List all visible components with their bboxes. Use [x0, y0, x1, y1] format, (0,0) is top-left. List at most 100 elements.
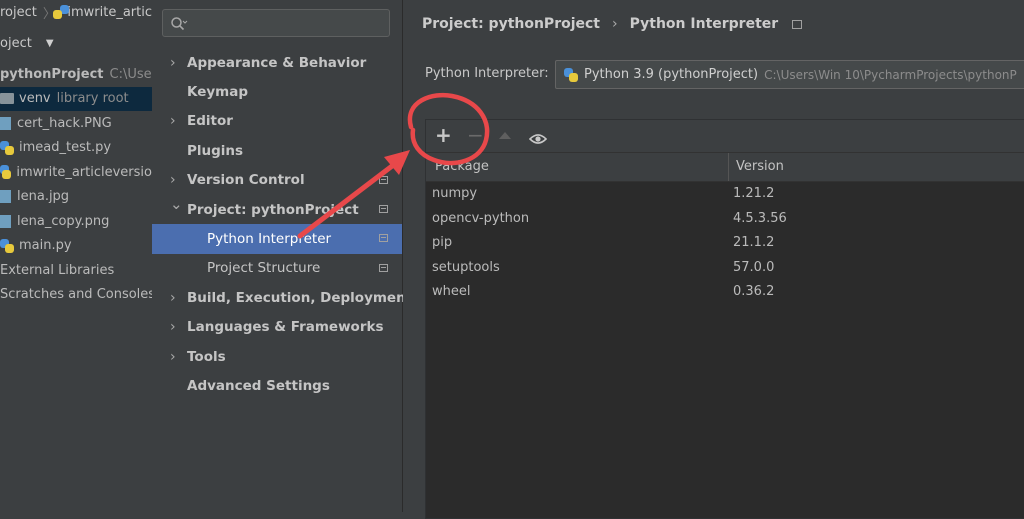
settings-nav-label: Build, Execution, Deployment [187, 289, 413, 306]
package-version: 57.0.0 [733, 259, 775, 275]
settings-breadcrumb: Project: pythonProject › Python Interpre… [422, 14, 803, 34]
settings-nav-item[interactable]: Plugins [152, 136, 402, 165]
table-row[interactable]: setuptools 57.0.0 [426, 256, 1024, 281]
tree-item[interactable]: lena_copy.png [0, 209, 152, 234]
chevron-right-icon[interactable]: › [170, 319, 180, 335]
package-version: 0.36.2 [733, 284, 775, 299]
package-name: setuptools [432, 259, 500, 275]
tree-item[interactable]: imwrite_articleversio [0, 160, 152, 185]
settings-nav-item[interactable]: › Appearance & Behavior [152, 48, 402, 77]
settings-nav-label: Python Interpreter [207, 231, 332, 248]
tree-item[interactable]: imead_test.py [0, 136, 152, 161]
settings-nav-label: Version Control [187, 172, 305, 189]
package-name: numpy [432, 186, 478, 201]
settings-nav-label: Project Structure [207, 260, 321, 277]
settings-nav-item[interactable]: Project Structure [152, 254, 402, 283]
package-version: 1.21.2 [733, 186, 775, 201]
tree-item-label: Scratches and Consoles [0, 287, 152, 303]
table-row[interactable]: numpy 1.21.2 [426, 182, 1024, 207]
project-tree: pythonProject C:\User venv library root cert… [0, 62, 152, 307]
chevron-right-icon[interactable]: › [170, 290, 180, 306]
table-row[interactable]: wheel 0.36.2 [426, 280, 1024, 305]
image-file-icon [0, 214, 11, 228]
chevron-down-icon[interactable]: ⌄ [170, 196, 183, 211]
settings-nav-label: Keymap [187, 84, 249, 101]
settings-nav-item[interactable]: › Build, Execution, Deployment [152, 283, 412, 312]
package-version: 4.5.3.56 [733, 210, 787, 226]
up-arrow-icon[interactable] [499, 132, 511, 139]
settings-nav-item[interactable]: Python Interpreter [152, 224, 402, 254]
python-file-icon [0, 238, 14, 253]
settings-nav-label: Editor [187, 113, 233, 130]
tree-item-label: lena_copy.png [17, 213, 110, 229]
breadcrumb-project[interactable]: roject [0, 5, 37, 20]
settings-nav-item[interactable]: Advanced Settings [152, 371, 402, 400]
package-name: wheel [432, 284, 471, 299]
settings-nav-item[interactable]: ⌄ Project: pythonProject [152, 195, 402, 224]
plus-icon[interactable]: + [435, 125, 452, 145]
settings-nav-item[interactable]: › Languages & Frameworks [152, 313, 402, 342]
settings-nav-label: Advanced Settings [187, 377, 330, 394]
settings-nav-label: Plugins [187, 142, 244, 159]
column-header-version[interactable]: Version [736, 159, 784, 174]
project-view-header[interactable]: oject ▼ [0, 32, 152, 54]
column-header-package[interactable]: Package [435, 159, 489, 174]
settings-tree: › Appearance & Behavior Keymap › Editor Plugi… [152, 48, 412, 401]
breadcrumb-file[interactable]: imwrite_artic [67, 5, 152, 20]
tree-item[interactable]: pythonProject C:\User [0, 62, 152, 87]
settings-nav-label: Tools [187, 348, 226, 365]
project-level-icon [379, 263, 388, 272]
breadcrumb-current: Python Interpreter [629, 16, 779, 32]
chevron-right-icon[interactable]: › [170, 55, 180, 71]
project-level-icon [379, 204, 388, 213]
settings-nav-item[interactable]: › Editor [152, 107, 402, 136]
python-icon [564, 67, 578, 82]
project-level-icon [379, 234, 388, 243]
chevron-right-icon[interactable]: › [170, 349, 180, 365]
eye-icon[interactable] [528, 129, 548, 149]
tree-item[interactable]: lena.jpg [0, 185, 152, 210]
folder-icon [0, 93, 14, 105]
navigation-bar: roject 〉 imwrite_artic [0, 0, 152, 24]
settings-nav-label: Project: pythonProject [187, 201, 359, 218]
table-row[interactable]: opencv-python 4.5.3.56 [426, 207, 1024, 232]
tree-item[interactable]: External Libraries [0, 258, 152, 283]
interpreter-name: Python 3.9 (pythonProject) [584, 67, 759, 82]
breadcrumb-parent[interactable]: Project: pythonProject [422, 16, 600, 32]
tree-item[interactable]: main.py [0, 234, 152, 259]
tree-item-label: venv [19, 91, 51, 107]
settings-navigation: › Appearance & Behavior Keymap › Editor Plugi… [152, 0, 412, 512]
settings-nav-item[interactable]: Keymap [152, 77, 402, 106]
project-view-title: oject [0, 35, 32, 51]
chevron-right-icon[interactable]: › [170, 113, 180, 129]
tree-item-label: imead_test.py [19, 140, 112, 156]
tree-item[interactable]: Scratches and Consoles [0, 283, 152, 308]
settings-nav-label: Appearance & Behavior [187, 54, 367, 71]
tree-item[interactable]: venv library root [0, 86, 152, 111]
chevron-right-icon: › [612, 16, 618, 32]
search-icon [171, 17, 188, 31]
chevron-down-icon[interactable]: ▼ [46, 38, 54, 49]
packages-table-body: numpy 1.21.2 opencv-python 4.5.3.56 pip 21.1.… [426, 182, 1024, 305]
minus-icon[interactable]: − [467, 125, 484, 145]
tree-item-label: pythonProject [0, 66, 104, 82]
tree-item-label: imwrite_articleversio [16, 164, 152, 180]
image-file-icon [0, 190, 11, 204]
settings-nav-item[interactable]: › Tools [152, 342, 402, 371]
interpreter-dropdown[interactable]: Python 3.9 (pythonProject) C:\Users\Win … [555, 60, 1024, 89]
python-file-icon [0, 165, 12, 180]
settings-nav-item[interactable]: › Version Control [152, 166, 402, 195]
packages-toolbar: + − [426, 120, 1024, 153]
tree-item[interactable]: cert_hack.PNG [0, 111, 152, 136]
image-file-icon [0, 116, 11, 130]
tree-item-label: cert_hack.PNG [17, 115, 112, 131]
interpreter-path: C:\Users\Win 10\PycharmProjects\pythonP [764, 67, 1017, 82]
project-level-icon [792, 19, 803, 29]
settings-search-input[interactable] [162, 9, 390, 37]
tree-item-hint: C:\User [109, 66, 153, 82]
chevron-right-icon[interactable]: › [170, 172, 180, 188]
python-file-icon [0, 140, 14, 155]
packages-table-header: Package Version [426, 153, 1024, 182]
table-row[interactable]: pip 21.1.2 [426, 231, 1024, 256]
column-divider[interactable] [728, 153, 729, 181]
